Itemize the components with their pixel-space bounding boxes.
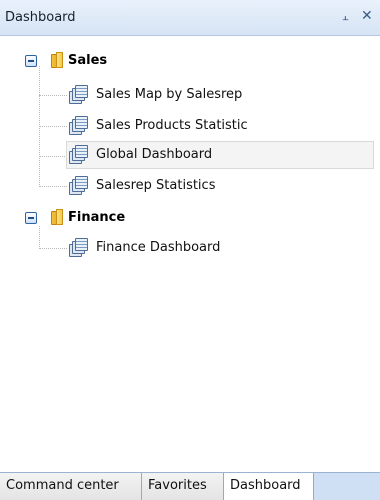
folder-label: Sales xyxy=(68,53,108,68)
tree-item-label: Sales Map by Salesrep xyxy=(96,87,243,102)
folder-label: Finance xyxy=(68,210,126,225)
tree-connector xyxy=(39,126,67,127)
tree-item-label: Finance Dashboard xyxy=(96,240,221,255)
tree-item-finance-dashboard[interactable]: Finance Dashboard xyxy=(66,234,374,262)
tree-item-label: Salesrep Statistics xyxy=(96,178,216,193)
tab-command-center[interactable]: Command center xyxy=(0,473,142,500)
dashboard-doc-icon xyxy=(69,176,88,195)
tree-item-salesrep-statistics[interactable]: Salesrep Statistics xyxy=(66,172,374,200)
tree-item-label: Sales Products Statistic xyxy=(96,118,248,133)
folder-icon xyxy=(51,52,63,68)
dashboard-tree: Sales Sales Map by Salesrep Sales Produc… xyxy=(0,36,380,464)
tree-connector xyxy=(39,95,67,96)
tree-item-global-dashboard[interactable]: Global Dashboard xyxy=(66,141,374,169)
tree-item-label: Global Dashboard xyxy=(96,147,213,162)
tree-item-sales-products[interactable]: Sales Products Statistic xyxy=(66,112,374,140)
dashboard-doc-icon xyxy=(69,85,88,104)
tab-label: Dashboard xyxy=(230,478,301,493)
tab-favorites[interactable]: Favorites xyxy=(142,473,224,500)
dashboard-doc-icon xyxy=(69,238,88,257)
dashboard-doc-icon xyxy=(69,116,88,135)
tab-dashboard[interactable]: Dashboard xyxy=(224,473,314,500)
tab-label: Command center xyxy=(6,478,119,493)
panel-title: Dashboard xyxy=(5,10,76,25)
tab-label: Favorites xyxy=(148,478,207,493)
dashboard-doc-icon xyxy=(69,145,88,164)
collapse-icon[interactable] xyxy=(25,212,37,224)
collapse-icon[interactable] xyxy=(25,55,37,67)
bottom-tab-bar: Command center Favorites Dashboard xyxy=(0,472,380,500)
folder-icon xyxy=(51,209,63,225)
pin-icon[interactable]: ⫠ xyxy=(342,10,349,24)
tree-connector xyxy=(39,226,40,249)
close-icon[interactable]: ✕ xyxy=(361,8,373,24)
tree-connector xyxy=(39,156,67,157)
tree-item-sales-map[interactable]: Sales Map by Salesrep xyxy=(66,81,374,109)
tree-connector xyxy=(39,248,67,249)
tree-connector xyxy=(39,186,67,187)
panel-titlebar: Dashboard ⫠ ✕ xyxy=(0,0,380,36)
